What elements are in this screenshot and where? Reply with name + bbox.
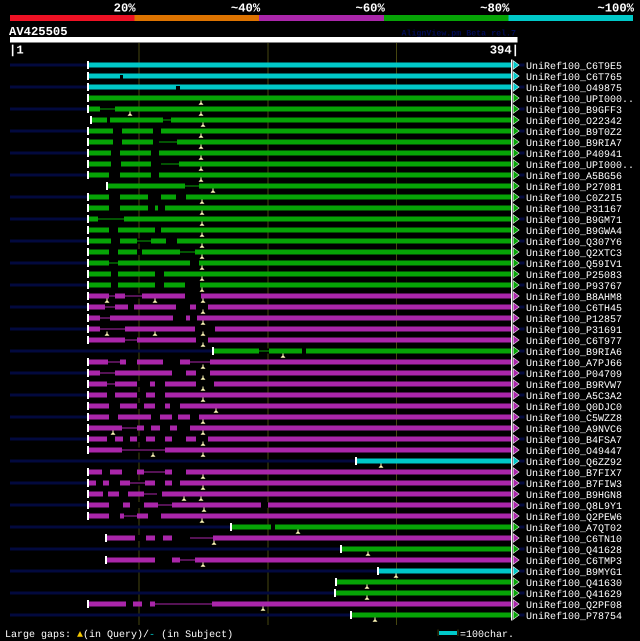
svg-text:UniRef100_C5WZZ8: UniRef100_C5WZZ8	[526, 413, 622, 425]
svg-text:UniRef100_B9GFF3: UniRef100_B9GFF3	[526, 105, 622, 117]
svg-text:UniRef100_UPI000..: UniRef100_UPI000..	[526, 160, 634, 172]
svg-text:UniRef100_C0Z2I5: UniRef100_C0Z2I5	[526, 193, 622, 205]
svg-text:UniRef100_B9GWA4: UniRef100_B9GWA4	[526, 226, 622, 238]
svg-text:UniRef100_A5C3A2: UniRef100_A5C3A2	[526, 391, 622, 403]
svg-text:UniRef100_P31691: UniRef100_P31691	[526, 325, 622, 337]
svg-text:UniRef100_P40941: UniRef100_P40941	[526, 149, 622, 161]
svg-text:UniRef100_P31167: UniRef100_P31167	[526, 204, 622, 216]
svg-text:UniRef100_Q307Y6: UniRef100_Q307Y6	[526, 237, 622, 249]
svg-text:UniRef100_B9T0Z2: UniRef100_B9T0Z2	[526, 127, 622, 139]
svg-text:UniRef100_B9RIA6: UniRef100_B9RIA6	[526, 347, 622, 359]
svg-text:UniRef100_P78754: UniRef100_P78754	[526, 611, 622, 623]
svg-text:UniRef100_Q41630: UniRef100_Q41630	[526, 578, 622, 590]
svg-text:UniRef100_Q59IV1: UniRef100_Q59IV1	[526, 259, 622, 271]
svg-text:UniRef100_C6T765: UniRef100_C6T765	[526, 72, 622, 84]
svg-text:UniRef100_Q41629: UniRef100_Q41629	[526, 589, 622, 601]
svg-text:UniRef100_Q2PF08: UniRef100_Q2PF08	[526, 600, 622, 612]
svg-text:UniRef100_B7FIW3: UniRef100_B7FIW3	[526, 479, 622, 491]
svg-text:UniRef100_Q0DJC0: UniRef100_Q0DJC0	[526, 402, 622, 414]
svg-text:UniRef100_Q2XTC3: UniRef100_Q2XTC3	[526, 248, 622, 260]
svg-text:UniRef100_Q41628: UniRef100_Q41628	[526, 545, 622, 557]
svg-text:AV425505: AV425505	[9, 25, 68, 39]
svg-text:UniRef100_Q2PEW6: UniRef100_Q2PEW6	[526, 512, 622, 524]
svg-text:UniRef100_A5BG56: UniRef100_A5BG56	[526, 171, 622, 183]
svg-text:394|: 394|	[490, 44, 519, 58]
svg-text:UniRef100_C6TH45: UniRef100_C6TH45	[526, 303, 622, 315]
svg-text:Large gaps: ▲(in Query)/- (in: Large gaps: ▲(in Query)/- (in Subject)	[5, 629, 233, 641]
svg-text:UniRef100_P12857: UniRef100_P12857	[526, 314, 622, 326]
svg-text:~40%: ~40%	[231, 2, 261, 16]
svg-text:UniRef100_P04709: UniRef100_P04709	[526, 369, 622, 381]
svg-text:UniRef100_O22342: UniRef100_O22342	[526, 116, 622, 128]
svg-text:UniRef100_B9HGN8: UniRef100_B9HGN8	[526, 490, 622, 502]
svg-text:UniRef100_B9GM71: UniRef100_B9GM71	[526, 215, 622, 227]
svg-text:UniRef100_A7PJ66: UniRef100_A7PJ66	[526, 358, 622, 370]
svg-text:UniRef100_C6TMP3: UniRef100_C6TMP3	[526, 556, 622, 568]
svg-text:|1: |1	[9, 44, 24, 58]
svg-text:UniRef100_Q8L9Y1: UniRef100_Q8L9Y1	[526, 501, 622, 513]
svg-text:UniRef100_B8AHM8: UniRef100_B8AHM8	[526, 292, 622, 304]
svg-text:20%: 20%	[114, 2, 137, 16]
svg-text:=100char.: =100char.	[460, 629, 514, 641]
svg-text:UniRef100_O49447: UniRef100_O49447	[526, 446, 622, 458]
svg-text:UniRef100_A7QT02: UniRef100_A7QT02	[526, 523, 622, 535]
svg-text:UniRef100_C6TN10: UniRef100_C6TN10	[526, 534, 622, 546]
svg-text:UniRef100_B9RIA7: UniRef100_B9RIA7	[526, 138, 622, 150]
svg-text:~60%: ~60%	[356, 2, 386, 16]
svg-text:UniRef100_O49875: UniRef100_O49875	[526, 83, 622, 95]
svg-text:~100%: ~100%	[597, 2, 634, 16]
svg-text:UniRef100_Q6ZZ92: UniRef100_Q6ZZ92	[526, 457, 622, 469]
svg-text:UniRef100_C6T977: UniRef100_C6T977	[526, 336, 622, 348]
svg-text:UniRef100_P93767: UniRef100_P93767	[526, 281, 622, 293]
svg-text:UniRef100_A9NVC6: UniRef100_A9NVC6	[526, 424, 622, 436]
svg-text:UniRef100_B4FSA7: UniRef100_B4FSA7	[526, 435, 622, 447]
svg-text:UniRef100_UPI000..: UniRef100_UPI000..	[526, 94, 634, 106]
svg-text:UniRef100_B7FIX7: UniRef100_B7FIX7	[526, 468, 622, 480]
svg-text:UniRef100_C6T9E5: UniRef100_C6T9E5	[526, 61, 622, 73]
svg-text:UniRef100_B9MYG1: UniRef100_B9MYG1	[526, 567, 622, 579]
svg-text:~80%: ~80%	[480, 2, 510, 16]
svg-text:UniRef100_P25083: UniRef100_P25083	[526, 270, 622, 282]
svg-text:UniRef100_B9RVW7: UniRef100_B9RVW7	[526, 380, 622, 392]
svg-text:UniRef100_P27081: UniRef100_P27081	[526, 182, 622, 194]
